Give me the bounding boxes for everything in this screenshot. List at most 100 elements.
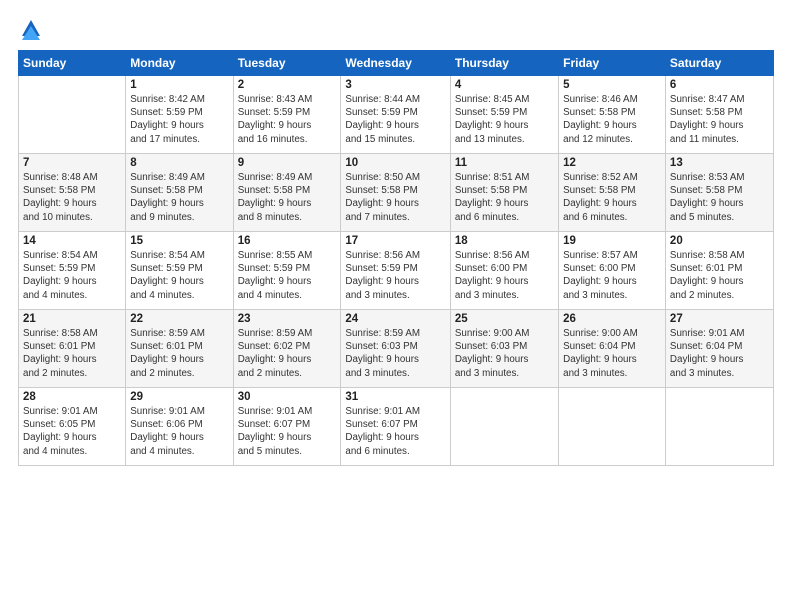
day-cell-21: 21 Sunrise: 8:58 AM Sunset: 6:01 PM Dayli… [19, 310, 126, 388]
day-cell-1: 1 Sunrise: 8:42 AM Sunset: 5:59 PM Daylig… [126, 76, 233, 154]
day-info: Sunrise: 8:50 AM Sunset: 5:58 PM Dayligh… [345, 171, 445, 224]
day-number: 27 [670, 313, 769, 325]
day-info: Sunrise: 8:59 AM Sunset: 6:03 PM Dayligh… [345, 327, 445, 380]
day-info: Sunrise: 8:47 AM Sunset: 5:58 PM Dayligh… [670, 93, 769, 146]
day-number: 14 [23, 235, 121, 247]
day-number: 10 [345, 157, 445, 169]
day-info: Sunrise: 8:52 AM Sunset: 5:58 PM Dayligh… [563, 171, 661, 224]
week-row-2: 14 Sunrise: 8:54 AM Sunset: 5:59 PM Dayli… [19, 232, 774, 310]
day-info: Sunrise: 9:01 AM Sunset: 6:07 PM Dayligh… [238, 405, 337, 458]
day-number: 5 [563, 79, 661, 91]
day-cell-18: 18 Sunrise: 8:56 AM Sunset: 6:00 PM Dayli… [450, 232, 558, 310]
calendar: SundayMondayTuesdayWednesdayThursdayFrid… [18, 50, 774, 466]
day-number: 4 [455, 79, 554, 91]
day-info: Sunrise: 8:48 AM Sunset: 5:58 PM Dayligh… [23, 171, 121, 224]
day-cell-12: 12 Sunrise: 8:52 AM Sunset: 5:58 PM Dayli… [559, 154, 666, 232]
day-cell-3: 3 Sunrise: 8:44 AM Sunset: 5:59 PM Daylig… [341, 76, 450, 154]
day-info: Sunrise: 9:01 AM Sunset: 6:06 PM Dayligh… [130, 405, 228, 458]
day-cell-11: 11 Sunrise: 8:51 AM Sunset: 5:58 PM Dayli… [450, 154, 558, 232]
day-number: 19 [563, 235, 661, 247]
day-info: Sunrise: 8:57 AM Sunset: 6:00 PM Dayligh… [563, 249, 661, 302]
day-info: Sunrise: 8:45 AM Sunset: 5:59 PM Dayligh… [455, 93, 554, 146]
day-number: 18 [455, 235, 554, 247]
day-cell-17: 17 Sunrise: 8:56 AM Sunset: 5:59 PM Dayli… [341, 232, 450, 310]
day-info: Sunrise: 8:56 AM Sunset: 6:00 PM Dayligh… [455, 249, 554, 302]
empty-cell [450, 388, 558, 466]
day-cell-14: 14 Sunrise: 8:54 AM Sunset: 5:59 PM Dayli… [19, 232, 126, 310]
day-info: Sunrise: 8:51 AM Sunset: 5:58 PM Dayligh… [455, 171, 554, 224]
logo-icon [20, 18, 42, 46]
day-info: Sunrise: 8:42 AM Sunset: 5:59 PM Dayligh… [130, 93, 228, 146]
day-number: 29 [130, 391, 228, 403]
day-number: 16 [238, 235, 337, 247]
weekday-thursday: Thursday [450, 51, 558, 76]
day-number: 13 [670, 157, 769, 169]
day-number: 6 [670, 79, 769, 91]
day-cell-23: 23Sunrise: 8:59 AM Sunset: 6:02 PM Dayli… [233, 310, 341, 388]
day-info: Sunrise: 8:55 AM Sunset: 5:59 PM Dayligh… [238, 249, 337, 302]
day-number: 3 [345, 79, 445, 91]
empty-cell [665, 388, 773, 466]
day-cell-24: 24Sunrise: 8:59 AM Sunset: 6:03 PM Dayli… [341, 310, 450, 388]
day-cell-7: 7 Sunrise: 8:48 AM Sunset: 5:58 PM Daylig… [19, 154, 126, 232]
weekday-friday: Friday [559, 51, 666, 76]
day-cell-31: 31 Sunrise: 9:01 AM Sunset: 6:07 PM Dayli… [341, 388, 450, 466]
day-info: Sunrise: 8:54 AM Sunset: 5:59 PM Dayligh… [130, 249, 228, 302]
day-info: Sunrise: 8:49 AM Sunset: 5:58 PM Dayligh… [130, 171, 228, 224]
day-number: 15 [130, 235, 228, 247]
day-number: 7 [23, 157, 121, 169]
weekday-saturday: Saturday [665, 51, 773, 76]
day-number: 31 [345, 391, 445, 403]
day-cell-19: 19 Sunrise: 8:57 AM Sunset: 6:00 PM Dayli… [559, 232, 666, 310]
day-info: Sunrise: 9:01 AM Sunset: 6:07 PM Dayligh… [345, 405, 445, 458]
day-number: 28 [23, 391, 121, 403]
day-cell-15: 15 Sunrise: 8:54 AM Sunset: 5:59 PM Dayli… [126, 232, 233, 310]
day-info: Sunrise: 8:53 AM Sunset: 5:58 PM Dayligh… [670, 171, 769, 224]
day-number: 17 [345, 235, 445, 247]
weekday-wednesday: Wednesday [341, 51, 450, 76]
day-cell-9: 9 Sunrise: 8:49 AM Sunset: 5:58 PM Daylig… [233, 154, 341, 232]
day-info: Sunrise: 8:54 AM Sunset: 5:59 PM Dayligh… [23, 249, 121, 302]
day-info: Sunrise: 8:44 AM Sunset: 5:59 PM Dayligh… [345, 93, 445, 146]
day-cell-6: 6 Sunrise: 8:47 AM Sunset: 5:58 PM Daylig… [665, 76, 773, 154]
weekday-monday: Monday [126, 51, 233, 76]
day-number: 8 [130, 157, 228, 169]
day-cell-26: 26 Sunrise: 9:00 AM Sunset: 6:04 PM Dayli… [559, 310, 666, 388]
day-info: Sunrise: 9:00 AM Sunset: 6:04 PM Dayligh… [563, 327, 661, 380]
logo [18, 18, 42, 42]
day-cell-10: 10 Sunrise: 8:50 AM Sunset: 5:58 PM Dayli… [341, 154, 450, 232]
day-number: 12 [563, 157, 661, 169]
day-cell-8: 8 Sunrise: 8:49 AM Sunset: 5:58 PM Daylig… [126, 154, 233, 232]
day-info: Sunrise: 8:58 AM Sunset: 6:01 PM Dayligh… [670, 249, 769, 302]
page: SundayMondayTuesdayWednesdayThursdayFrid… [0, 0, 792, 612]
empty-cell [19, 76, 126, 154]
day-cell-16: 16 Sunrise: 8:55 AM Sunset: 5:59 PM Dayli… [233, 232, 341, 310]
day-info: Sunrise: 8:43 AM Sunset: 5:59 PM Dayligh… [238, 93, 337, 146]
week-row-0: 1 Sunrise: 8:42 AM Sunset: 5:59 PM Daylig… [19, 76, 774, 154]
day-number: 23 [238, 313, 337, 325]
day-info: Sunrise: 9:00 AM Sunset: 6:03 PM Dayligh… [455, 327, 554, 380]
header [18, 18, 774, 42]
day-cell-5: 5 Sunrise: 8:46 AM Sunset: 5:58 PM Daylig… [559, 76, 666, 154]
day-number: 2 [238, 79, 337, 91]
weekday-sunday: Sunday [19, 51, 126, 76]
day-info: Sunrise: 8:56 AM Sunset: 5:59 PM Dayligh… [345, 249, 445, 302]
day-cell-29: 29 Sunrise: 9:01 AM Sunset: 6:06 PM Dayli… [126, 388, 233, 466]
day-cell-20: 20 Sunrise: 8:58 AM Sunset: 6:01 PM Dayli… [665, 232, 773, 310]
day-cell-27: 27Sunrise: 9:01 AM Sunset: 6:04 PM Dayli… [665, 310, 773, 388]
day-number: 26 [563, 313, 661, 325]
day-number: 30 [238, 391, 337, 403]
day-number: 1 [130, 79, 228, 91]
day-cell-28: 28 Sunrise: 9:01 AM Sunset: 6:05 PM Dayli… [19, 388, 126, 466]
day-info: Sunrise: 8:49 AM Sunset: 5:58 PM Dayligh… [238, 171, 337, 224]
day-cell-2: 2 Sunrise: 8:43 AM Sunset: 5:59 PM Daylig… [233, 76, 341, 154]
day-number: 20 [670, 235, 769, 247]
day-number: 11 [455, 157, 554, 169]
week-row-3: 21 Sunrise: 8:58 AM Sunset: 6:01 PM Dayli… [19, 310, 774, 388]
day-info: Sunrise: 8:46 AM Sunset: 5:58 PM Dayligh… [563, 93, 661, 146]
day-cell-13: 13 Sunrise: 8:53 AM Sunset: 5:58 PM Dayli… [665, 154, 773, 232]
day-number: 21 [23, 313, 121, 325]
day-info: Sunrise: 8:58 AM Sunset: 6:01 PM Dayligh… [23, 327, 121, 380]
day-number: 9 [238, 157, 337, 169]
day-info: Sunrise: 9:01 AM Sunset: 6:05 PM Dayligh… [23, 405, 121, 458]
